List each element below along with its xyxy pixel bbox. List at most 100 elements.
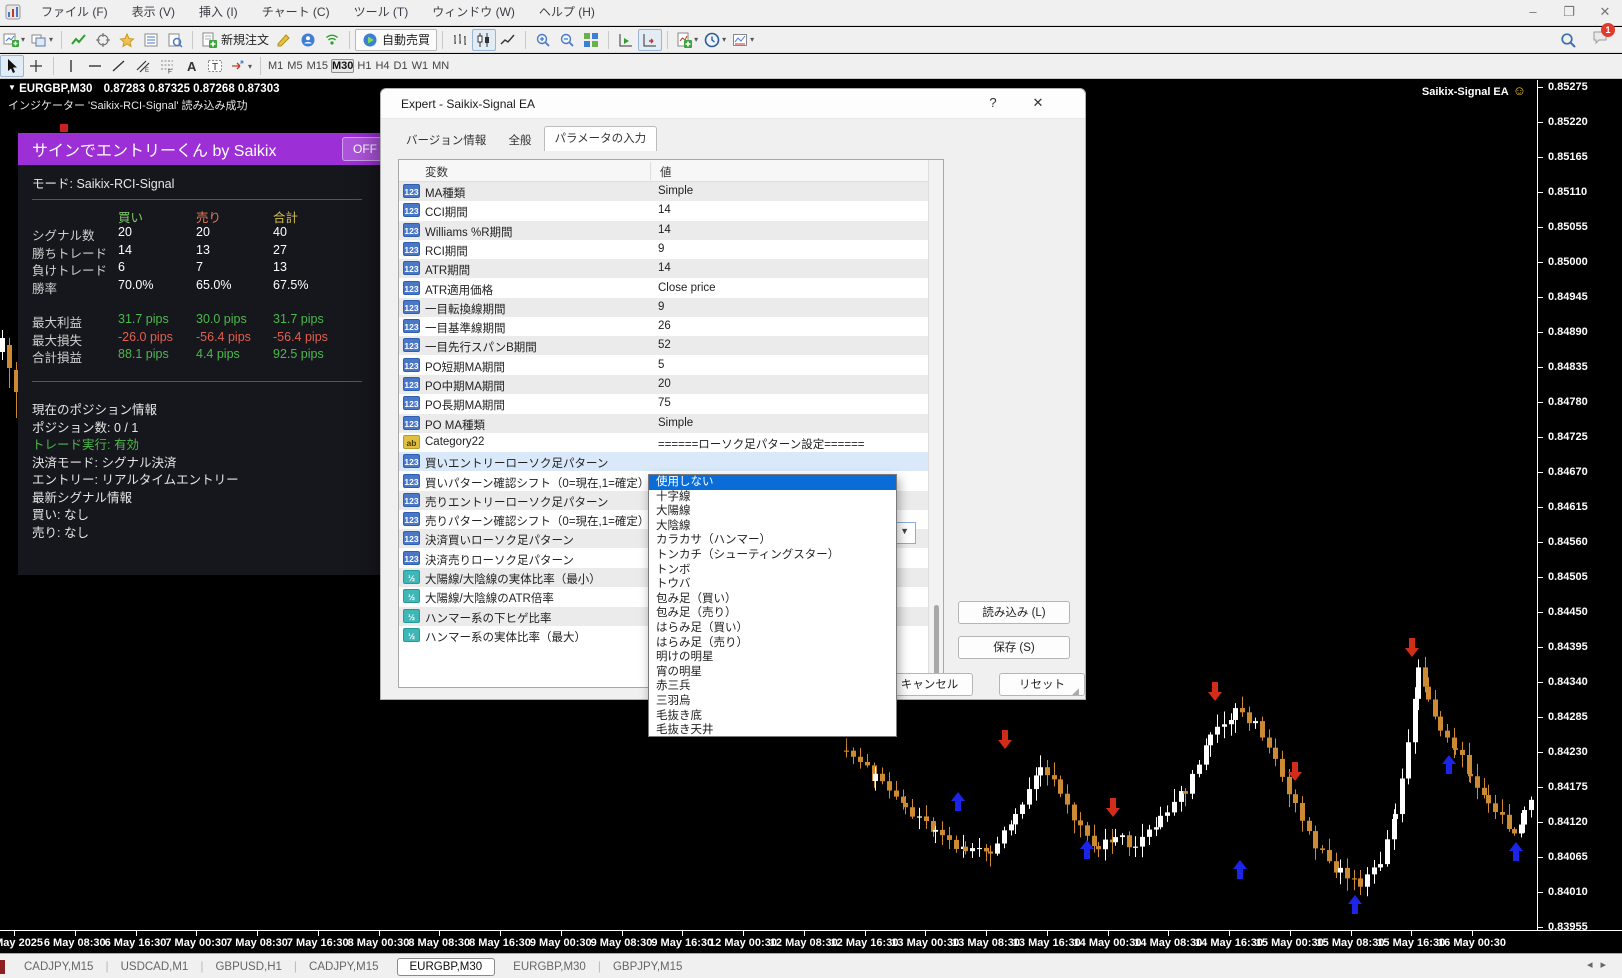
trendline-button[interactable]	[107, 55, 131, 77]
collapse-triangle-icon[interactable]: ▼	[8, 83, 16, 92]
dropdown-option-11[interactable]: はらみ足（売り）	[649, 636, 896, 651]
dropdown-option-4[interactable]: カラカサ（ハンマー）	[649, 533, 896, 548]
help-button[interactable]: ?	[983, 95, 1003, 115]
cursor-button[interactable]	[0, 55, 24, 77]
period-button[interactable]: ▾	[701, 29, 729, 51]
candle-chart-button[interactable]	[472, 29, 496, 51]
new-order-button[interactable]: 新規注文	[198, 29, 272, 51]
param-value[interactable]: Simple	[658, 417, 693, 429]
shapes-button[interactable]: ▾	[227, 55, 255, 77]
bar-chart-button[interactable]	[448, 29, 472, 51]
dropdown-option-10[interactable]: はらみ足（買い）	[649, 621, 896, 636]
timeframe-m15[interactable]: M15	[306, 59, 329, 73]
text-tool-button[interactable]: A	[179, 55, 203, 77]
param-row-4[interactable]: 123ATR期間14	[399, 259, 929, 278]
menu-item-0[interactable]: ファイル (F)	[29, 5, 120, 19]
signals-button[interactable]	[320, 29, 344, 51]
param-row-12[interactable]: 123PO MA種類Simple	[399, 414, 929, 433]
ea-smiley-icon[interactable]: ☺	[1513, 83, 1526, 98]
line-chart-button[interactable]	[496, 29, 520, 51]
menu-item-5[interactable]: ウィンドウ (W)	[420, 5, 527, 19]
timeframe-w1[interactable]: W1	[411, 59, 430, 73]
dropdown-option-0[interactable]: 使用しない	[649, 475, 896, 490]
param-value[interactable]: 20	[658, 378, 671, 390]
chart-tab-2[interactable]: GBPUSD,H1	[203, 959, 293, 975]
dropdown-option-17[interactable]: 毛抜き天井	[649, 723, 896, 738]
timeframe-h4[interactable]: H4	[374, 59, 390, 73]
timeframe-h1[interactable]: H1	[356, 59, 372, 73]
favorites-button[interactable]	[115, 29, 139, 51]
menu-item-4[interactable]: ツール (T)	[342, 5, 421, 19]
dropdown-option-5[interactable]: トンカチ（シューティングスター）	[649, 548, 896, 563]
timeframe-m30[interactable]: M30	[331, 59, 354, 73]
market-watch-button[interactable]	[139, 29, 163, 51]
param-row-10[interactable]: 123PO中期MA期間20	[399, 375, 929, 394]
menu-item-1[interactable]: 表示 (V)	[120, 5, 187, 19]
chart-tab-3[interactable]: CADJPY,M15	[297, 959, 390, 975]
param-value[interactable]: 14	[658, 204, 671, 216]
crayon-button[interactable]	[272, 29, 296, 51]
resize-grip[interactable]: ◢	[1072, 686, 1082, 696]
zoom-in-button[interactable]	[531, 29, 555, 51]
channel-button[interactable]: E	[131, 55, 155, 77]
param-row-14[interactable]: 123買いエントリーローソク足パターン	[399, 452, 929, 471]
zoom-out-button[interactable]	[555, 29, 579, 51]
dropdown-option-15[interactable]: 三羽烏	[649, 694, 896, 709]
dropdown-option-12[interactable]: 明けの明星	[649, 650, 896, 665]
horizontal-line-button[interactable]	[83, 55, 107, 77]
param-value[interactable]: Close price	[658, 282, 716, 294]
param-row-5[interactable]: 123ATR適用価格Close price	[399, 279, 929, 298]
chart-tab-4[interactable]: EURGBP,M30	[397, 958, 496, 976]
param-value[interactable]: 14	[658, 262, 671, 274]
profiles-button[interactable]: ▾	[28, 29, 56, 51]
new-chart-button[interactable]: ▾	[0, 29, 28, 51]
param-row-11[interactable]: 123PO長期MA期間75	[399, 394, 929, 413]
dialog-tab-0[interactable]: バージョン情報	[396, 131, 496, 151]
time-scale[interactable]: 6 May 20256 May 08:306 May 16:307 May 00…	[0, 931, 1622, 953]
dropdown-option-2[interactable]: 大陽線	[649, 504, 896, 519]
dropdown-option-16[interactable]: 毛抜き底	[649, 709, 896, 724]
auto-scroll-button[interactable]	[614, 29, 638, 51]
search-icon[interactable]	[1560, 32, 1576, 48]
save-button[interactable]: 保存 (S)	[958, 636, 1070, 659]
autotrading-button[interactable]: 自動売買	[355, 29, 437, 51]
timeframe-mn[interactable]: MN	[431, 59, 450, 73]
chart-tab-6[interactable]: GBPJPY,M15	[601, 959, 694, 975]
quotes-button[interactable]	[91, 29, 115, 51]
crosshair-button[interactable]	[24, 55, 48, 77]
timeframe-m1[interactable]: M1	[267, 59, 284, 73]
param-value[interactable]: Simple	[658, 185, 693, 197]
chart-shift-button[interactable]	[638, 29, 662, 51]
param-row-0[interactable]: 123MA種類Simple	[399, 182, 929, 201]
menu-item-2[interactable]: 挿入 (I)	[187, 5, 250, 19]
dropdown-option-9[interactable]: 包み足（売り）	[649, 606, 896, 621]
dialog-close-button[interactable]: ✕	[1027, 95, 1049, 115]
param-row-9[interactable]: 123PO短期MA期間5	[399, 356, 929, 375]
close-button[interactable]: ✕	[1594, 0, 1616, 24]
param-row-1[interactable]: 123CCI期間14	[399, 201, 929, 220]
dialog-titlebar[interactable]: Expert - Saikix-Signal EA ? ✕	[381, 89, 1085, 119]
dropdown-option-13[interactable]: 宵の明星	[649, 665, 896, 680]
tick-chart-button[interactable]	[67, 29, 91, 51]
dropdown-option-14[interactable]: 赤三兵	[649, 679, 896, 694]
dialog-tab-2[interactable]: パラメータの入力	[544, 126, 658, 151]
add-indicator-button[interactable]: ▾	[673, 29, 701, 51]
menu-item-3[interactable]: チャート (C)	[250, 5, 342, 19]
param-row-7[interactable]: 123一目基準線期間26	[399, 317, 929, 336]
dropdown-option-7[interactable]: トウバ	[649, 577, 896, 592]
dropdown-option-8[interactable]: 包み足（買い）	[649, 592, 896, 607]
param-value[interactable]: 52	[658, 339, 671, 351]
param-row-8[interactable]: 123一目先行スパンB期間52	[399, 336, 929, 355]
community-button[interactable]	[296, 29, 320, 51]
notifications-button[interactable]: 1	[1592, 29, 1608, 50]
table-scrollbar[interactable]	[928, 160, 943, 687]
dialog-tab-1[interactable]: 全般	[499, 131, 542, 151]
data-window-button[interactable]	[163, 29, 187, 51]
param-row-6[interactable]: 123一目転換線期間9	[399, 298, 929, 317]
menu-item-6[interactable]: ヘルプ (H)	[527, 5, 607, 19]
param-value[interactable]: 26	[658, 320, 671, 332]
dropdown-option-6[interactable]: トンボ	[649, 563, 896, 578]
chart-tab-1[interactable]: USDCAD,M1	[109, 959, 201, 975]
cancel-button[interactable]: キャンセル	[886, 673, 973, 696]
param-value[interactable]: 75	[658, 397, 671, 409]
